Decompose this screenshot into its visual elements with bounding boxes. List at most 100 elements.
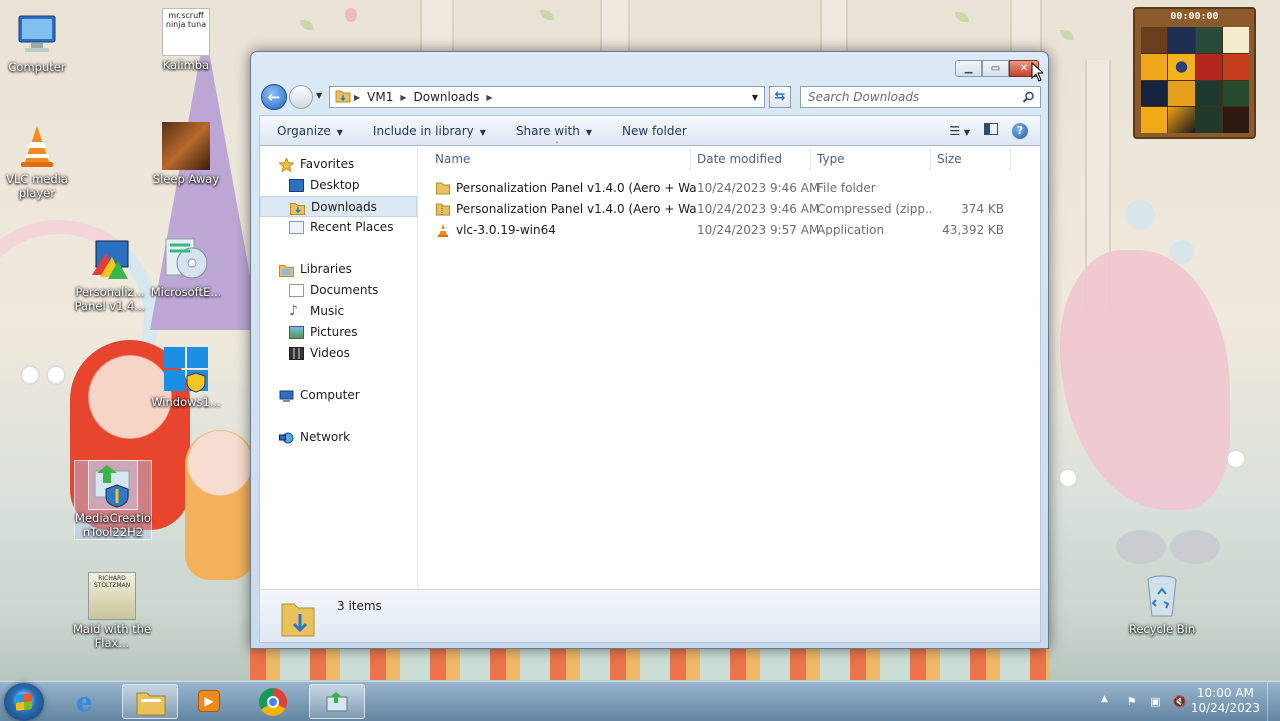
file-row[interactable]: vlc-3.0.19-win64 10/24/2023 9:57 AM Appl… (432, 220, 1012, 241)
puzzle-tile[interactable] (1168, 27, 1195, 53)
desktop-icon-label: Personaliz... Panel v1.4... (74, 285, 146, 313)
desktop-icon-computer[interactable]: Computer (0, 10, 77, 74)
puzzle-tile[interactable] (1168, 53, 1195, 80)
nav-label: Libraries (300, 262, 352, 276)
explorer-body: Favorites Desktop Downloads Recent Place… (259, 141, 1041, 590)
command-bar: Organize ▼ Include in library ▼ Share with… (259, 115, 1041, 146)
nav-music[interactable]: ♪ Music (260, 301, 417, 322)
puzzle-tile[interactable] (1141, 53, 1168, 80)
desktop-icon-kalimba[interactable]: mr.scruff ninja tuna Kalimba (146, 8, 226, 72)
puzzle-tile[interactable] (1222, 53, 1249, 80)
column-header-type[interactable]: Type (811, 147, 931, 171)
puzzle-tile[interactable] (1195, 80, 1222, 107)
desktop-icon-sleep-away[interactable]: Sleep Away (146, 122, 226, 186)
folder-icon (436, 181, 450, 195)
nav-computer[interactable]: Computer (260, 385, 417, 406)
view-controls: ☰ ▼ ? (949, 122, 1028, 139)
address-history-dropdown-icon[interactable]: ▼ (752, 93, 758, 102)
column-header-size[interactable]: Size (931, 147, 1011, 171)
column-header-date-modified[interactable]: Date modified (691, 147, 811, 171)
breadcrumb-separator-icon[interactable]: ▶ (400, 93, 406, 102)
nav-desktop[interactable]: Desktop (260, 175, 417, 196)
puzzle-tile[interactable] (1141, 80, 1168, 107)
help-button[interactable]: ? (1012, 122, 1028, 139)
puzzle-tile[interactable] (1168, 107, 1195, 133)
organize-button[interactable]: Organize ▼ (277, 124, 343, 138)
breadcrumb-separator-icon[interactable]: ▶ (486, 93, 492, 102)
desktop-icon-windows[interactable]: Windows1... (146, 345, 226, 409)
puzzle-tile[interactable] (1141, 107, 1168, 133)
nav-label: Music (310, 304, 345, 318)
search-icon[interactable] (1022, 90, 1035, 110)
nav-pictures[interactable]: Pictures (260, 322, 417, 343)
change-view-button[interactable]: ☰ ▼ (949, 124, 970, 138)
address-bar[interactable]: ▶ VM1 ▶ Downloads ▶ ▼ (329, 86, 765, 108)
picture-puzzle-gadget[interactable]: 00:00:00 (1133, 7, 1256, 139)
back-button[interactable]: ← (261, 84, 287, 110)
breadcrumb-downloads[interactable]: Downloads (414, 90, 480, 104)
file-size: 43,392 KB (942, 223, 1004, 237)
desktop-icon-microsoft-edge[interactable]: MicrosoftE... (146, 235, 226, 299)
desktop-icon-recycle-bin[interactable]: Recycle Bin (1122, 572, 1202, 636)
taskbar-media-creation-tool[interactable] (309, 684, 365, 719)
puzzle-timer: 00:00:00 (1135, 9, 1254, 25)
desktop-icon-personalization-panel[interactable]: Personaliz... Panel v1.4... (70, 235, 150, 313)
puzzle-tile[interactable] (1195, 53, 1222, 80)
nav-libraries[interactable]: Libraries (260, 259, 417, 280)
volume-muted-icon[interactable]: 🔇 (1172, 694, 1187, 709)
puzzle-tile[interactable] (1195, 27, 1222, 53)
libraries-icon (279, 263, 294, 277)
nav-favorites[interactable]: Favorites (260, 154, 417, 175)
action-center-icon[interactable]: ⚑ (1124, 694, 1139, 709)
explorer-window[interactable]: ▁ ▭ ✕ ← ▼ ▶ VM1 ▶ Downloads ▶ ▼ ⇆ Search… (250, 51, 1049, 649)
desktop-icon-media-creation-tool[interactable]: MediaCreationTool22H2 (74, 460, 152, 540)
pictures-icon (289, 326, 304, 339)
show-desktop-button[interactable] (1267, 682, 1280, 721)
nav-recent-places[interactable]: Recent Places (260, 217, 417, 238)
folder-icon (136, 690, 166, 719)
desktop-icon-maid-with-the-flax[interactable]: RICHARD STOLTZMAN Maid with the Flax... (72, 572, 152, 650)
preview-pane-button[interactable] (984, 123, 998, 138)
show-hidden-icons-button[interactable]: ▲ (1101, 694, 1108, 704)
network-status-icon[interactable]: ▣ (1148, 694, 1163, 709)
forward-button[interactable] (289, 85, 313, 109)
taskbar-windows-explorer[interactable] (122, 684, 178, 719)
puzzle-tile[interactable] (1222, 107, 1249, 133)
system-clock[interactable]: 10:00 AM 10/24/2023 (1191, 686, 1260, 716)
maximize-button[interactable]: ▭ (982, 60, 1009, 77)
column-header-name[interactable]: Name (429, 147, 691, 171)
start-button[interactable] (4, 683, 44, 721)
file-row[interactable]: Personalization Panel v1.4.0 (Aero + Wal… (432, 178, 1012, 199)
puzzle-tile[interactable] (1168, 80, 1195, 107)
nav-videos[interactable]: Videos (260, 343, 417, 364)
nav-label: Desktop (310, 178, 360, 192)
clock-date: 10/24/2023 (1190, 701, 1260, 715)
puzzle-grid[interactable] (1141, 27, 1249, 133)
nav-network[interactable]: Network (260, 427, 417, 448)
puzzle-tile[interactable] (1141, 27, 1168, 53)
taskbar-chrome[interactable] (246, 684, 302, 719)
refresh-button[interactable]: ⇆ (769, 86, 791, 108)
breadcrumb-separator-icon[interactable]: ▶ (354, 93, 360, 102)
file-row[interactable]: Personalization Panel v1.4.0 (Aero + Wal… (432, 199, 1012, 220)
recent-pages-dropdown[interactable]: ▼ (316, 91, 322, 100)
puzzle-tile[interactable] (1195, 107, 1222, 133)
wallpaper-doll (185, 430, 255, 580)
puzzle-tile[interactable] (1222, 80, 1249, 107)
nav-downloads[interactable]: Downloads (260, 196, 417, 217)
desktop-icon-vlc[interactable]: VLC media player (0, 122, 77, 200)
taskbar-internet-explorer[interactable]: e (62, 684, 118, 719)
minimize-button[interactable]: ▁ (955, 60, 982, 77)
nav-documents[interactable]: Documents (260, 280, 417, 301)
share-with-button[interactable]: Share with ▼ (516, 124, 592, 138)
taskbar-media-player[interactable]: ▶ (182, 684, 238, 719)
include-in-library-button[interactable]: Include in library ▼ (373, 124, 486, 138)
wallpaper-bubble (1125, 200, 1155, 230)
breadcrumb-vm1[interactable]: VM1 (367, 90, 393, 104)
back-arrow-icon: ← (267, 88, 281, 106)
nav-label: Videos (310, 346, 350, 360)
new-folder-button[interactable]: New folder (622, 124, 687, 138)
puzzle-tile[interactable] (1222, 27, 1249, 53)
file-name: Personalization Panel v1.4.0 (Aero + Wal… (456, 202, 696, 216)
search-box[interactable]: Search Downloads (800, 86, 1041, 108)
